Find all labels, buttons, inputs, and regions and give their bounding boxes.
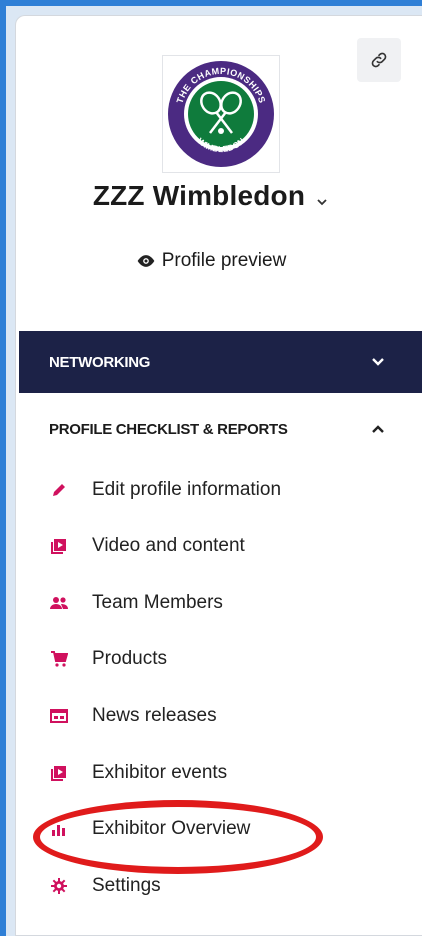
link-icon — [371, 52, 387, 68]
company-switcher[interactable]: ZZZ Wimbledon — [0, 180, 422, 214]
menu-item-label: Exhibitor events — [92, 762, 228, 783]
news-icon — [46, 705, 72, 727]
menu-item-label: Video and content — [92, 535, 245, 556]
menu-item-news-releases[interactable]: News releases — [40, 696, 400, 736]
networking-label: NETWORKING — [49, 353, 151, 371]
networking-section-toggle[interactable]: NETWORKING — [19, 331, 422, 393]
menu-item-exhibitor-overview[interactable]: Exhibitor Overview — [40, 809, 400, 849]
menu-item-exhibitor-events[interactable]: Exhibitor events — [40, 753, 400, 793]
event-icon — [46, 762, 72, 784]
chevron-up-icon — [372, 425, 384, 433]
menu-item-settings[interactable]: Settings — [40, 866, 400, 906]
company-logo: THE CHAMPIONSHIPS WIMBLEDON — [162, 55, 280, 173]
bar-chart-icon — [46, 818, 72, 840]
profile-checklist-label: PROFILE CHECKLIST & REPORTS — [49, 420, 288, 438]
menu-item-label: Products — [92, 648, 167, 669]
menu-item-label: News releases — [92, 705, 217, 726]
wimbledon-logo: THE CHAMPIONSHIPS WIMBLEDON — [168, 61, 274, 167]
gear-icon — [46, 875, 72, 897]
menu-item-label: Settings — [92, 875, 161, 896]
chevron-down-icon — [315, 182, 329, 214]
profile-checklist-section-toggle[interactable]: PROFILE CHECKLIST & REPORTS — [19, 400, 422, 458]
menu-item-label: Exhibitor Overview — [92, 818, 251, 839]
eye-icon — [137, 255, 155, 267]
copy-link-button[interactable] — [357, 38, 401, 82]
profile-preview-link[interactable]: Profile preview — [0, 250, 422, 272]
cart-icon — [46, 648, 72, 670]
company-name: ZZZ Wimbledon — [92, 180, 306, 211]
video-library-icon — [46, 535, 72, 557]
menu-item-label: Team Members — [92, 592, 223, 613]
menu-item-team-members[interactable]: Team Members — [40, 583, 400, 623]
menu-item-edit-profile[interactable]: Edit profile information — [40, 470, 400, 510]
pencil-icon — [46, 479, 72, 501]
menu-item-video-content[interactable]: Video and content — [40, 526, 400, 566]
menu-item-label: Edit profile information — [92, 479, 282, 500]
people-icon — [46, 592, 72, 614]
chevron-down-icon — [372, 358, 384, 366]
menu-item-products[interactable]: Products — [40, 639, 400, 679]
profile-preview-label: Profile preview — [161, 250, 287, 271]
